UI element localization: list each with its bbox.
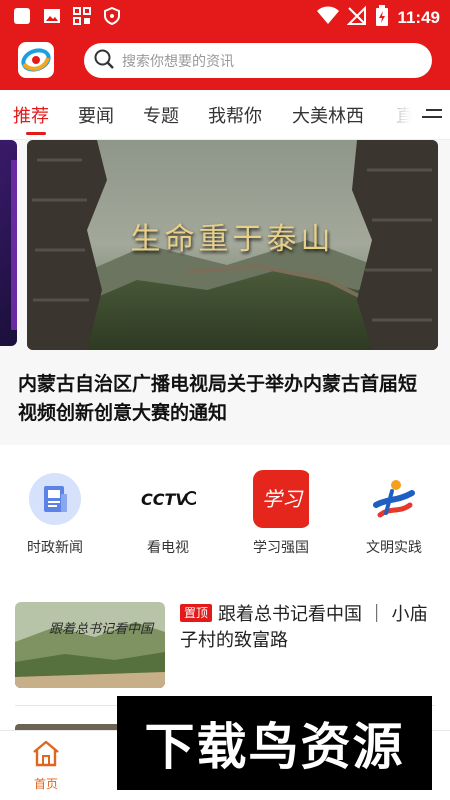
quick-link-xuexi[interactable]: 学习 学习强国: [236, 465, 326, 557]
status-right: 11:49: [317, 5, 440, 31]
xuexi-logo-icon: 学习: [253, 470, 309, 528]
svg-text:CCTV: CCTV: [141, 490, 189, 509]
quick-links: 时政新闻 CCTV 看电视 学习 学习强国 文明实践: [0, 465, 450, 565]
tab-headlines[interactable]: 要闻: [78, 102, 114, 128]
search-icon: [94, 49, 114, 73]
clock: 11:49: [397, 8, 440, 27]
cctv-logo-icon: CCTV: [140, 471, 196, 527]
tab-topics[interactable]: 专题: [143, 102, 179, 128]
search-bar[interactable]: 搜索你想要的资讯: [84, 43, 432, 78]
watermark-text: 下载鸟资源: [144, 718, 405, 776]
grid-icon: [72, 6, 92, 26]
thumbnail-caption: 跟着总书记看中国: [49, 622, 154, 637]
tab-linxi[interactable]: 大美林西: [292, 102, 364, 128]
news-thumbnail: 跟着总书记看中国: [15, 602, 165, 688]
no-signal-icon: [347, 5, 367, 30]
shield-icon: [102, 6, 122, 26]
nav-home-label: 首页: [33, 777, 58, 791]
quick-link-watch-tv[interactable]: CCTV 看电视: [123, 465, 213, 557]
wifi-icon: [317, 6, 340, 30]
active-tab-indicator: [26, 132, 46, 135]
news-item[interactable]: 跟着总书记看中国 置顶 跟着总书记看中国 ｜ 小庙子村的致富路: [0, 600, 450, 695]
search-placeholder: 搜索你想要的资讯: [122, 53, 234, 70]
nav-home[interactable]: 首页: [24, 739, 68, 792]
newspaper-icon: [27, 471, 83, 527]
watermark-overlay: 下载鸟资源: [117, 696, 432, 790]
home-icon: [31, 740, 61, 771]
app-logo[interactable]: [18, 42, 54, 78]
banner-caption: 生命重于泰山: [130, 222, 335, 257]
banner-title[interactable]: 内蒙古自治区广播电视局关于举办内蒙古首届短视频创新创意大赛的通知: [18, 370, 433, 428]
channel-tabs: 推荐 要闻 专题 我帮你 大美林西 直: [0, 90, 450, 140]
quick-link-label: 学习强国: [253, 540, 309, 556]
quick-link-label: 文明实践: [366, 540, 422, 556]
app-icon: [12, 6, 32, 26]
status-bar: 11:49: [0, 0, 450, 32]
pinned-badge: 置顶: [180, 604, 213, 622]
news-title-text: 跟着总书记看中国 ｜ 小庙子村的致富路: [180, 604, 428, 651]
status-left-icons: [12, 6, 122, 26]
tab-recommend[interactable]: 推荐: [13, 102, 49, 128]
quick-link-civilization[interactable]: 文明实践: [349, 465, 439, 557]
banner-carousel: 生命重于泰山 内蒙古自治区广播电视局关于举办内蒙古首届短视频创新创意大赛的通知: [0, 140, 450, 445]
quick-link-label: 时政新闻: [27, 540, 83, 556]
slide-accent: [11, 160, 17, 330]
tab-help-you[interactable]: 我帮你: [208, 102, 262, 128]
svg-text:学习: 学习: [262, 487, 304, 511]
civilization-logo-icon: [366, 471, 422, 527]
quick-link-politics-news[interactable]: 时政新闻: [10, 465, 100, 557]
app-header: 搜索你想要的资讯: [0, 32, 450, 90]
tab-fade: [384, 90, 418, 138]
banner-image[interactable]: 生命重于泰山: [27, 140, 438, 350]
quick-link-label: 看电视: [147, 540, 189, 556]
image-icon: [42, 6, 62, 26]
battery-icon: [375, 5, 389, 31]
menu-icon[interactable]: [420, 104, 444, 124]
news-title: 置顶 跟着总书记看中国 ｜ 小庙子村的致富路: [180, 602, 430, 654]
banner-previous-slide[interactable]: [0, 140, 17, 346]
